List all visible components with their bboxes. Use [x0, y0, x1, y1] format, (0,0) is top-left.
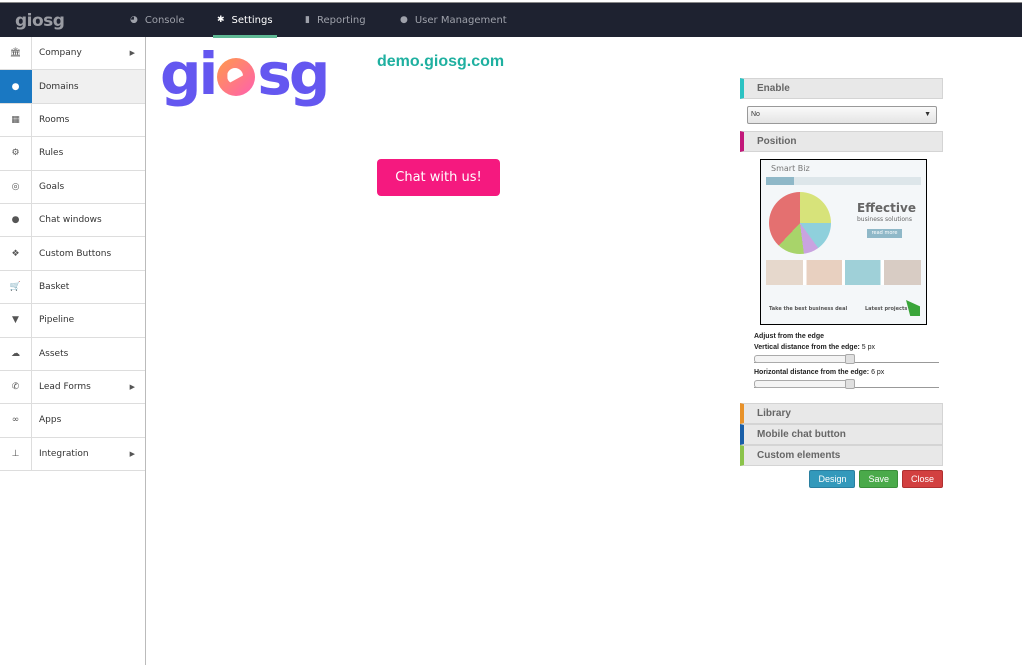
preview-subhead: business solutions: [857, 216, 912, 223]
cloud-upload-icon: ☁: [0, 337, 32, 370]
horizontal-distance-slider[interactable]: [754, 379, 939, 389]
gamepad-icon: ∞: [0, 404, 32, 437]
enable-value: No: [751, 111, 760, 118]
sidebar-item-label: Assets: [39, 348, 69, 359]
horizontal-value: 6 px: [871, 369, 885, 376]
save-button[interactable]: Save: [859, 470, 898, 488]
bank-icon: 🏛: [0, 37, 32, 70]
sidebar-item-label: Rooms: [39, 114, 70, 125]
giosg-logo: gi sg: [160, 40, 330, 108]
user-icon: ●: [400, 15, 408, 25]
cubes-icon: ❖: [0, 237, 32, 270]
chat-with-us-button[interactable]: Chat with us!: [377, 159, 500, 196]
sidebar-item-label: Lead Forms: [39, 382, 91, 393]
sidebar-item-label: Goals: [39, 181, 65, 192]
horizontal-label: Horizontal distance from the edge:: [754, 369, 870, 376]
vertical-distance-slider[interactable]: [754, 354, 939, 364]
position-preview-image[interactable]: Smart Biz Effective business solutions r…: [760, 159, 927, 325]
sidebar-item-company[interactable]: 🏛 Company ▶: [0, 37, 145, 71]
sidebar-item-label: Domains: [39, 81, 79, 92]
sidebar: 🏛 Company ▶ ● Domains ▦ Rooms ⚙ Rules ◎ Goals ● Chat…: [0, 37, 146, 665]
caret-right-icon: ▶: [129, 383, 135, 392]
nav-label: Reporting: [316, 14, 366, 26]
sidebar-item-label: Apps: [39, 415, 62, 426]
slider-handle[interactable]: [845, 379, 855, 389]
sidebar-item-basket[interactable]: 🛒 Basket: [0, 270, 145, 305]
sidebar-item-label: Integration: [39, 448, 89, 459]
gears-icon: ⚙: [0, 137, 32, 170]
sidebar-item-chat-windows[interactable]: ● Chat windows: [0, 203, 145, 238]
sidebar-item-rooms[interactable]: ▦ Rooms: [0, 103, 145, 138]
nav-label: Settings: [231, 14, 273, 26]
domain-title: demo.giosg.com: [377, 53, 505, 70]
gear-icon: ✱: [217, 15, 225, 25]
brand-logo[interactable]: giosg: [15, 11, 65, 31]
sidebar-item-label: Custom Buttons: [39, 248, 112, 259]
adjust-title: Adjust from the edge: [754, 333, 825, 340]
vertical-value: 5 px: [861, 344, 875, 351]
sidebar-item-pipeline[interactable]: ▼ Pipeline: [0, 304, 145, 338]
slider-handle[interactable]: [845, 354, 855, 364]
nav-console[interactable]: ◕ Console: [130, 3, 185, 37]
caret-down-icon: ▼: [924, 111, 931, 118]
sidebar-item-rules[interactable]: ⚙ Rules: [0, 137, 145, 171]
preview-projects: Latest projects: [865, 306, 908, 312]
enable-select[interactable]: No ▼: [747, 106, 937, 124]
sidebar-item-lead-forms[interactable]: ✆ Lead Forms ▶: [0, 370, 145, 405]
sidebar-item-label: Company: [39, 48, 82, 59]
sidebar-item-label: Chat windows: [39, 215, 102, 226]
nav-label: Console: [144, 14, 185, 26]
sidebar-item-label: Rules: [39, 148, 64, 159]
target-icon: ◎: [0, 170, 32, 203]
sidebar-item-goals[interactable]: ◎ Goals: [0, 170, 145, 204]
grid-icon: ▦: [0, 103, 32, 137]
nav-label: User Management: [414, 14, 507, 26]
library-section-header[interactable]: Library: [740, 403, 943, 424]
bar-chart-icon: ▮: [305, 15, 310, 25]
chat-bubble-icon: ●: [0, 203, 32, 237]
sidebar-item-label: Basket: [39, 281, 70, 292]
sitemap-icon: ⊥: [0, 437, 32, 471]
custom-elements-section-header[interactable]: Custom elements: [740, 445, 943, 466]
mobile-chat-button-section-header[interactable]: Mobile chat button: [740, 424, 943, 445]
vertical-label: Vertical distance from the edge:: [754, 344, 860, 351]
caret-right-icon: ▶: [129, 49, 135, 58]
design-button[interactable]: Design: [809, 470, 856, 488]
console-icon: ◕: [130, 15, 138, 25]
preview-cta: read more: [867, 229, 902, 238]
enable-section-header[interactable]: Enable: [740, 78, 943, 99]
position-section-header[interactable]: Position: [740, 131, 943, 152]
sidebar-item-domains[interactable]: ● Domains: [0, 70, 145, 104]
sidebar-item-integration[interactable]: ⊥ Integration ▶: [0, 437, 145, 472]
preview-headline: Effective: [857, 201, 916, 215]
nav-reporting[interactable]: ▮ Reporting: [305, 3, 366, 37]
preview-tagline: Take the best business deal: [769, 306, 848, 312]
sidebar-item-apps[interactable]: ∞ Apps: [0, 404, 145, 438]
phone-icon: ✆: [0, 370, 32, 404]
sidebar-item-assets[interactable]: ☁ Assets: [0, 337, 145, 371]
cart-icon: 🛒: [0, 270, 32, 304]
caret-right-icon: ▶: [129, 449, 135, 458]
sidebar-item-custom-buttons[interactable]: ❖ Custom Buttons: [0, 237, 145, 271]
nav-settings[interactable]: ✱ Settings: [213, 3, 277, 38]
filter-icon: ▼: [0, 304, 32, 337]
nav-user-management[interactable]: ● User Management: [400, 3, 507, 37]
globe-icon: ●: [0, 70, 32, 103]
top-navbar: giosg ◕ Console ✱ Settings ▮ Reporting ● Use…: [0, 2, 1022, 38]
preview-brand: Smart Biz: [771, 164, 810, 173]
close-button[interactable]: Close: [901, 470, 943, 488]
settings-panel: Enable No ▼ Position Smart Biz Effective …: [740, 78, 943, 488]
sidebar-item-label: Pipeline: [39, 315, 75, 326]
